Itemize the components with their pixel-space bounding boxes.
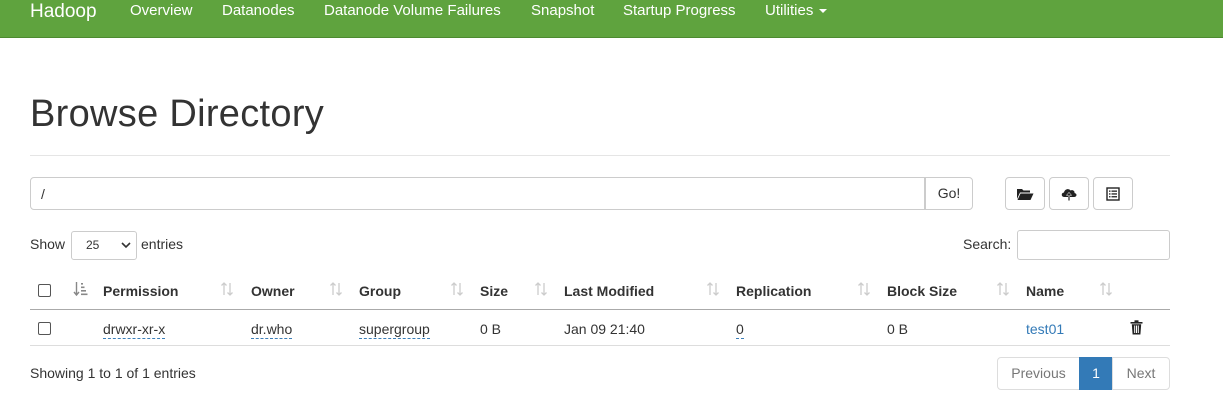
sort-ascending-icon[interactable] — [73, 281, 89, 297]
column-header-block-size[interactable]: Block Size — [887, 283, 957, 299]
navbar-brand[interactable]: Hadoop — [30, 1, 97, 23]
page-length-value: 25 — [86, 238, 100, 252]
cell-group[interactable]: supergroup — [359, 321, 430, 339]
nav-startup-progress[interactable]: Startup Progress — [623, 2, 736, 19]
sort-both-icon — [858, 282, 870, 296]
pagination-page-1[interactable]: 1 — [1079, 357, 1113, 390]
column-header-replication[interactable]: Replication — [736, 283, 811, 299]
cut-paste-button[interactable] — [1093, 177, 1133, 210]
cell-last-modified: Jan 09 21:40 — [564, 321, 645, 337]
nav-utilities-label: Utilities — [765, 2, 814, 19]
go-button[interactable]: Go! — [925, 177, 973, 210]
row-checkbox[interactable] — [38, 322, 51, 335]
nav-utilities-dropdown[interactable]: Utilities — [765, 2, 828, 19]
page-title: Browse Directory — [30, 93, 325, 135]
sort-both-icon — [997, 282, 1009, 296]
top-navbar: Hadoop Overview Datanodes Datanode Volum… — [0, 0, 1223, 38]
sort-both-icon — [451, 282, 463, 296]
entries-label: entries — [141, 236, 184, 252]
column-header-last-modified[interactable]: Last Modified — [564, 283, 654, 299]
cell-owner[interactable]: dr.who — [251, 321, 293, 339]
page-length-select[interactable]: 25 — [71, 231, 137, 260]
upload-files-button[interactable] — [1049, 177, 1089, 210]
permission-value: drwxr-xr-x — [103, 321, 166, 339]
title-divider — [30, 155, 1170, 156]
cell-permission[interactable]: drwxr-xr-x — [103, 321, 166, 339]
directory-path-input[interactable] — [30, 177, 925, 210]
chevron-down-icon — [121, 242, 131, 249]
nav-datanodes[interactable]: Datanodes — [222, 2, 295, 19]
column-header-name[interactable]: Name — [1026, 283, 1064, 299]
group-value: supergroup — [359, 321, 430, 339]
column-header-group[interactable]: Group — [359, 283, 401, 299]
pagination-previous[interactable]: Previous — [997, 357, 1080, 390]
cell-replication[interactable]: 0 — [736, 321, 744, 339]
owner-value: dr.who — [251, 321, 293, 339]
trash-icon[interactable] — [1130, 320, 1143, 335]
create-directory-button[interactable] — [1005, 177, 1045, 210]
column-header-owner[interactable]: Owner — [251, 283, 295, 299]
table-header-divider — [30, 309, 1170, 310]
table-info: Showing 1 to 1 of 1 entries — [30, 365, 196, 381]
cloud-upload-icon — [1061, 188, 1077, 200]
show-label: Show — [30, 236, 66, 252]
pagination-next[interactable]: Next — [1112, 357, 1170, 390]
select-all-checkbox[interactable] — [38, 284, 51, 297]
list-alt-icon — [1106, 186, 1120, 201]
sort-both-icon — [707, 282, 719, 296]
sort-both-icon — [221, 282, 233, 296]
column-header-permission[interactable]: Permission — [103, 283, 178, 299]
replication-value: 0 — [736, 321, 744, 339]
caret-down-icon — [819, 9, 828, 14]
nav-datanode-volume-failures[interactable]: Datanode Volume Failures — [324, 2, 501, 19]
cell-block-size: 0 B — [887, 321, 909, 337]
file-name-link[interactable]: test01 — [1026, 321, 1064, 337]
folder-open-icon — [1017, 188, 1034, 200]
search-label: Search: — [963, 236, 1012, 252]
cell-size: 0 B — [480, 321, 502, 337]
table-row-divider — [30, 345, 1170, 346]
nav-snapshot[interactable]: Snapshot — [531, 2, 594, 19]
sort-both-icon — [330, 282, 342, 296]
column-header-size[interactable]: Size — [480, 283, 508, 299]
sort-both-icon — [535, 282, 547, 296]
sort-both-icon — [1100, 282, 1112, 296]
nav-overview[interactable]: Overview — [130, 2, 193, 19]
table-search-input[interactable] — [1017, 230, 1170, 260]
